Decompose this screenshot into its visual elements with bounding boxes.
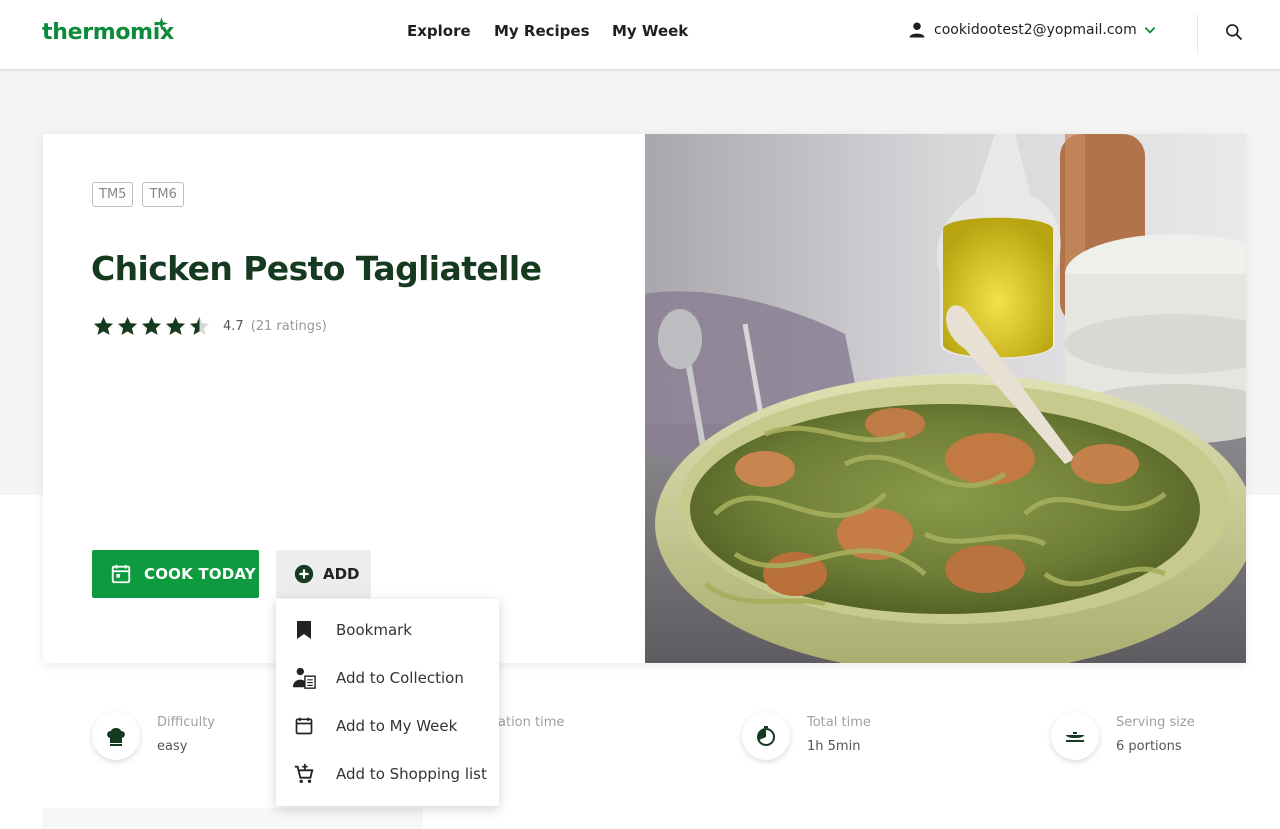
rating-value: 4.7 [223, 318, 244, 334]
menu-item-add-to-shopping-list[interactable]: Add to Shopping list [276, 752, 499, 796]
recipe-photo [645, 134, 1246, 663]
cook-today-label: COOK TODAY [144, 565, 256, 583]
calendar-icon [292, 714, 316, 738]
tag-tm6: TM6 [142, 182, 184, 207]
calendar-icon [111, 564, 131, 584]
recipe-card: TM5 TM6 Chicken Pesto Tagliatelle 4.7 (2… [43, 134, 1246, 663]
star-half-icon [189, 316, 210, 335]
thermomix-logo[interactable]: thermomix [42, 17, 174, 45]
user-account-menu[interactable]: cookidootest2@yopmail.com [908, 21, 1157, 39]
total-time-value: 1h 5min [807, 739, 861, 754]
tag-tm5: TM5 [92, 182, 134, 207]
menu-item-add-to-my-week[interactable]: Add to My Week [276, 704, 499, 748]
chevron-down-icon [1144, 27, 1156, 34]
serving-size-value: 6 portions [1116, 739, 1182, 754]
pasta-dish-image [645, 134, 1246, 663]
chef-hat-icon [92, 712, 140, 760]
add-circle-icon [294, 564, 314, 584]
star-full-icon [141, 316, 162, 335]
add-button[interactable]: ADD [276, 550, 371, 598]
serving-dish-icon [1051, 712, 1099, 760]
shopping-cart-add-icon [292, 762, 316, 786]
add-dropdown-menu: Bookmark Add to Collection Add to My Wee… [276, 599, 499, 806]
menu-item-bookmark[interactable]: Bookmark [276, 608, 499, 652]
star-rating [92, 315, 211, 337]
serving-size-label: Serving size [1116, 715, 1195, 730]
star-full-icon [93, 316, 114, 335]
add-label: ADD [323, 565, 360, 583]
recipe-title: Chicken Pesto Tagliatelle [91, 249, 542, 288]
menu-item-label: Add to My Week [336, 717, 458, 735]
collection-icon [292, 666, 316, 690]
logo-leaf-icon [155, 17, 168, 30]
nav-my-week[interactable]: My Week [612, 22, 688, 40]
star-full-icon [117, 316, 138, 335]
device-tags: TM5 TM6 [92, 182, 184, 207]
bookmark-icon [292, 618, 316, 642]
nav-explore[interactable]: Explore [407, 22, 471, 40]
header-divider [1197, 14, 1198, 54]
info-serving-size: Serving size 6 portions [1051, 712, 1195, 760]
top-header: thermomix Explore My Recipes My Week coo… [0, 0, 1280, 70]
recipe-rating[interactable]: 4.7 (21 ratings) [92, 315, 327, 337]
difficulty-label: Difficulty [157, 715, 215, 730]
total-time-label: Total time [807, 715, 871, 730]
preparation-time-label: ation time [498, 715, 565, 730]
bottom-section-edge [43, 808, 423, 829]
difficulty-value: easy [157, 739, 188, 754]
info-difficulty: Difficulty easy [92, 712, 215, 760]
user-email: cookidootest2@yopmail.com [934, 22, 1137, 38]
menu-item-add-to-collection[interactable]: Add to Collection [276, 656, 499, 700]
timer-icon [742, 712, 790, 760]
info-total-time: Total time 1h 5min [742, 712, 871, 760]
rating-count: (21 ratings) [250, 318, 327, 334]
nav-my-recipes[interactable]: My Recipes [494, 22, 590, 40]
menu-item-label: Add to Shopping list [336, 765, 487, 783]
search-icon [1226, 24, 1243, 41]
menu-item-label: Add to Collection [336, 669, 464, 687]
star-full-icon [165, 316, 186, 335]
search-button[interactable] [1224, 22, 1244, 47]
user-icon [909, 22, 925, 38]
menu-item-label: Bookmark [336, 621, 412, 639]
cook-today-button[interactable]: COOK TODAY [92, 550, 259, 598]
